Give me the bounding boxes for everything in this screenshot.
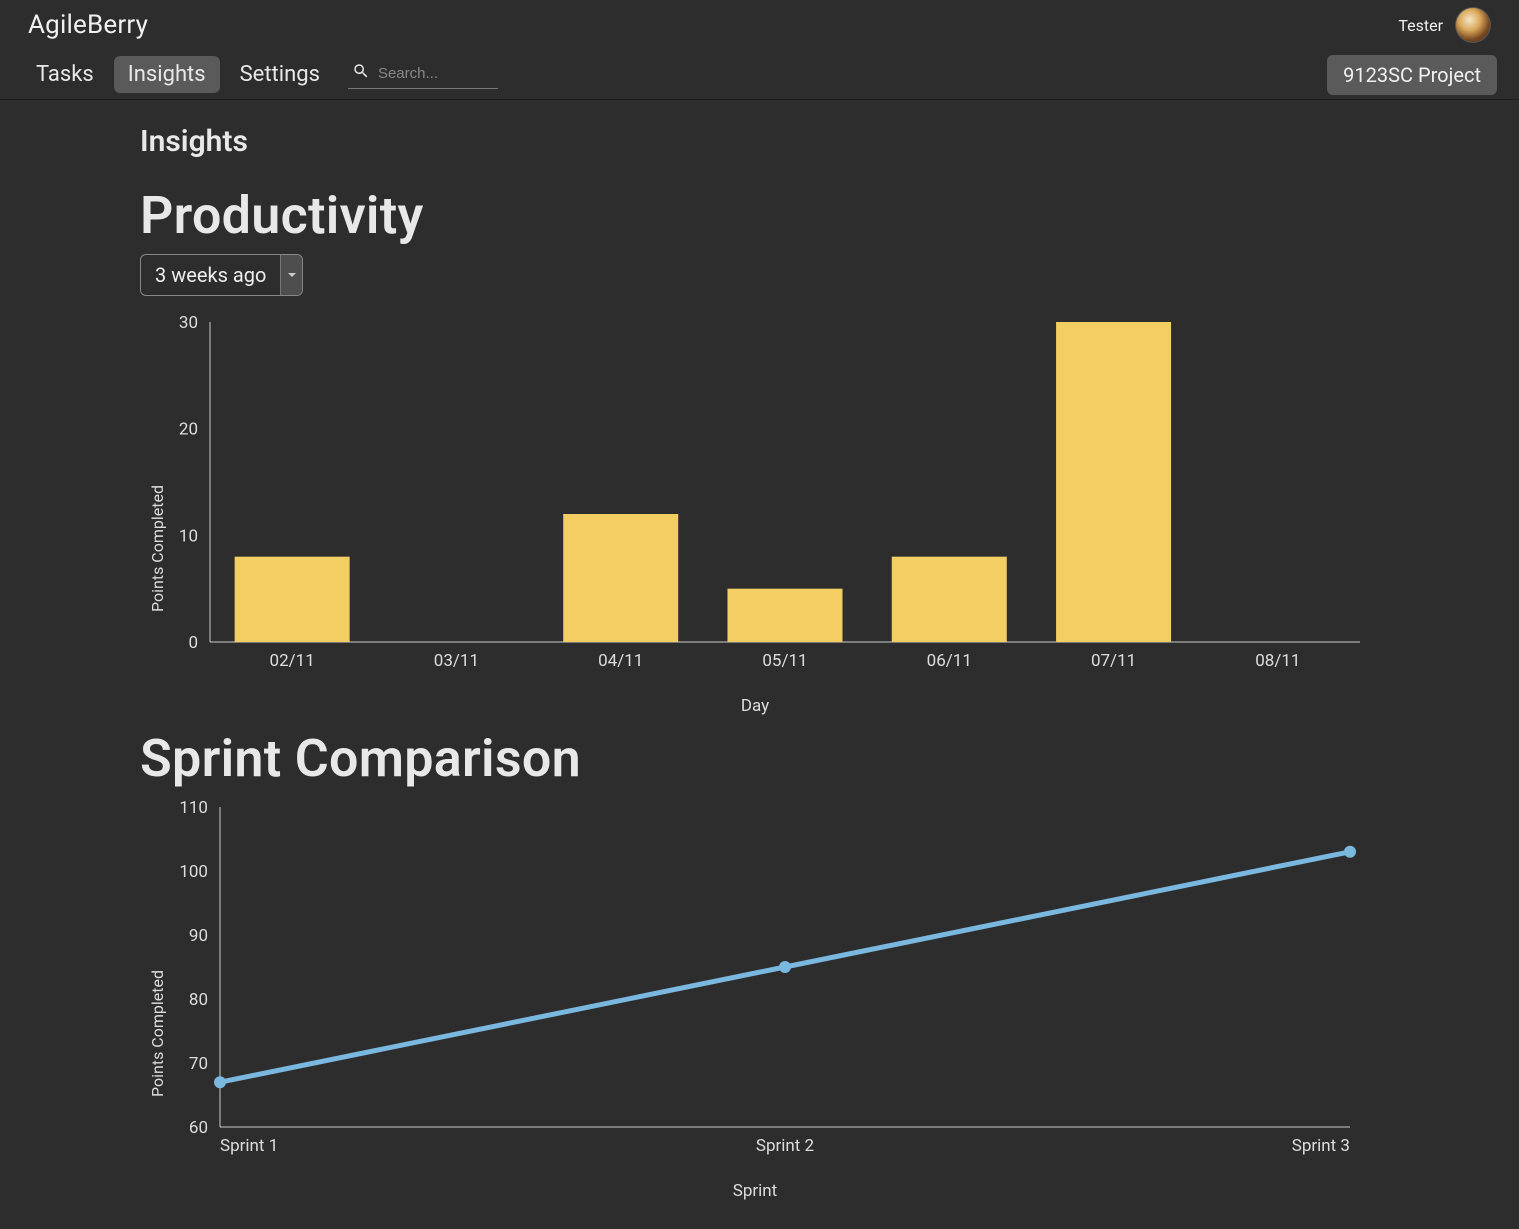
svg-text:03/11: 03/11 (434, 651, 479, 671)
search-icon (352, 62, 370, 84)
productivity-chart: Points Completed 010203002/1103/1104/110… (140, 312, 1370, 722)
svg-text:60: 60 (189, 1118, 208, 1138)
chevron-down-icon (280, 255, 302, 295)
range-select[interactable]: 3 weeks ago (140, 254, 303, 296)
sprint-xlabel: Sprint (140, 1181, 1370, 1201)
avatar[interactable] (1455, 7, 1491, 43)
sprint-ylabel: Points Completed (148, 970, 167, 1097)
svg-text:110: 110 (179, 798, 208, 818)
topbar: AgileBerry Tester (0, 0, 1519, 50)
svg-text:Sprint 3: Sprint 3 (1292, 1136, 1350, 1156)
productivity-ylabel: Points Completed (148, 485, 167, 612)
productivity-title: Productivity (140, 185, 1379, 246)
svg-text:20: 20 (179, 420, 198, 440)
svg-text:70: 70 (189, 1054, 208, 1074)
productivity-xlabel: Day (140, 696, 1370, 716)
svg-text:Sprint 1: Sprint 1 (220, 1136, 278, 1156)
productivity-chart-svg: 0 10 20 30 02/11 03/11 04/11 05/11 06/11 07/11 08/… (140, 312, 1370, 692)
svg-text:80: 80 (189, 990, 208, 1010)
nav-tasks[interactable]: Tasks (22, 56, 108, 93)
nav-insights[interactable]: Insights (114, 56, 220, 93)
project-selector[interactable]: 9123SC Project (1327, 55, 1497, 95)
username-label: Tester (1398, 16, 1443, 35)
brand[interactable]: AgileBerry (28, 10, 148, 40)
page-title: Insights (140, 124, 1379, 159)
range-select-value: 3 weeks ago (141, 255, 280, 295)
content: Insights Productivity 3 weeks ago Points… (0, 100, 1519, 1217)
sprint-chart: Points Completed 60 70 80 90 100 110 Sprint 1 S… (140, 797, 1370, 1217)
svg-text:06/11: 06/11 (927, 651, 972, 671)
search-wrap[interactable] (348, 60, 498, 89)
svg-text:30: 30 (179, 313, 198, 333)
svg-text:08/11: 08/11 (1255, 651, 1300, 671)
svg-text:Sprint 2: Sprint 2 (756, 1136, 814, 1156)
svg-text:0: 0 (188, 633, 198, 653)
svg-text:02/11: 02/11 (270, 651, 315, 671)
svg-text:100: 100 (179, 862, 208, 882)
svg-text:90: 90 (189, 926, 208, 946)
svg-text:04/11: 04/11 (598, 651, 643, 671)
search-input[interactable] (378, 65, 488, 82)
svg-text:05/11: 05/11 (762, 651, 807, 671)
sprint-chart-svg: 60 70 80 90 100 110 Sprint 1 Sprint 2 Sprint 3 (140, 797, 1370, 1177)
nav-settings[interactable]: Settings (226, 56, 334, 93)
svg-text:07/11: 07/11 (1091, 651, 1136, 671)
navbar: Tasks Insights Settings 9123SC Project (0, 50, 1519, 100)
sprint-title: Sprint Comparison (140, 728, 1379, 789)
svg-text:10: 10 (179, 526, 198, 546)
